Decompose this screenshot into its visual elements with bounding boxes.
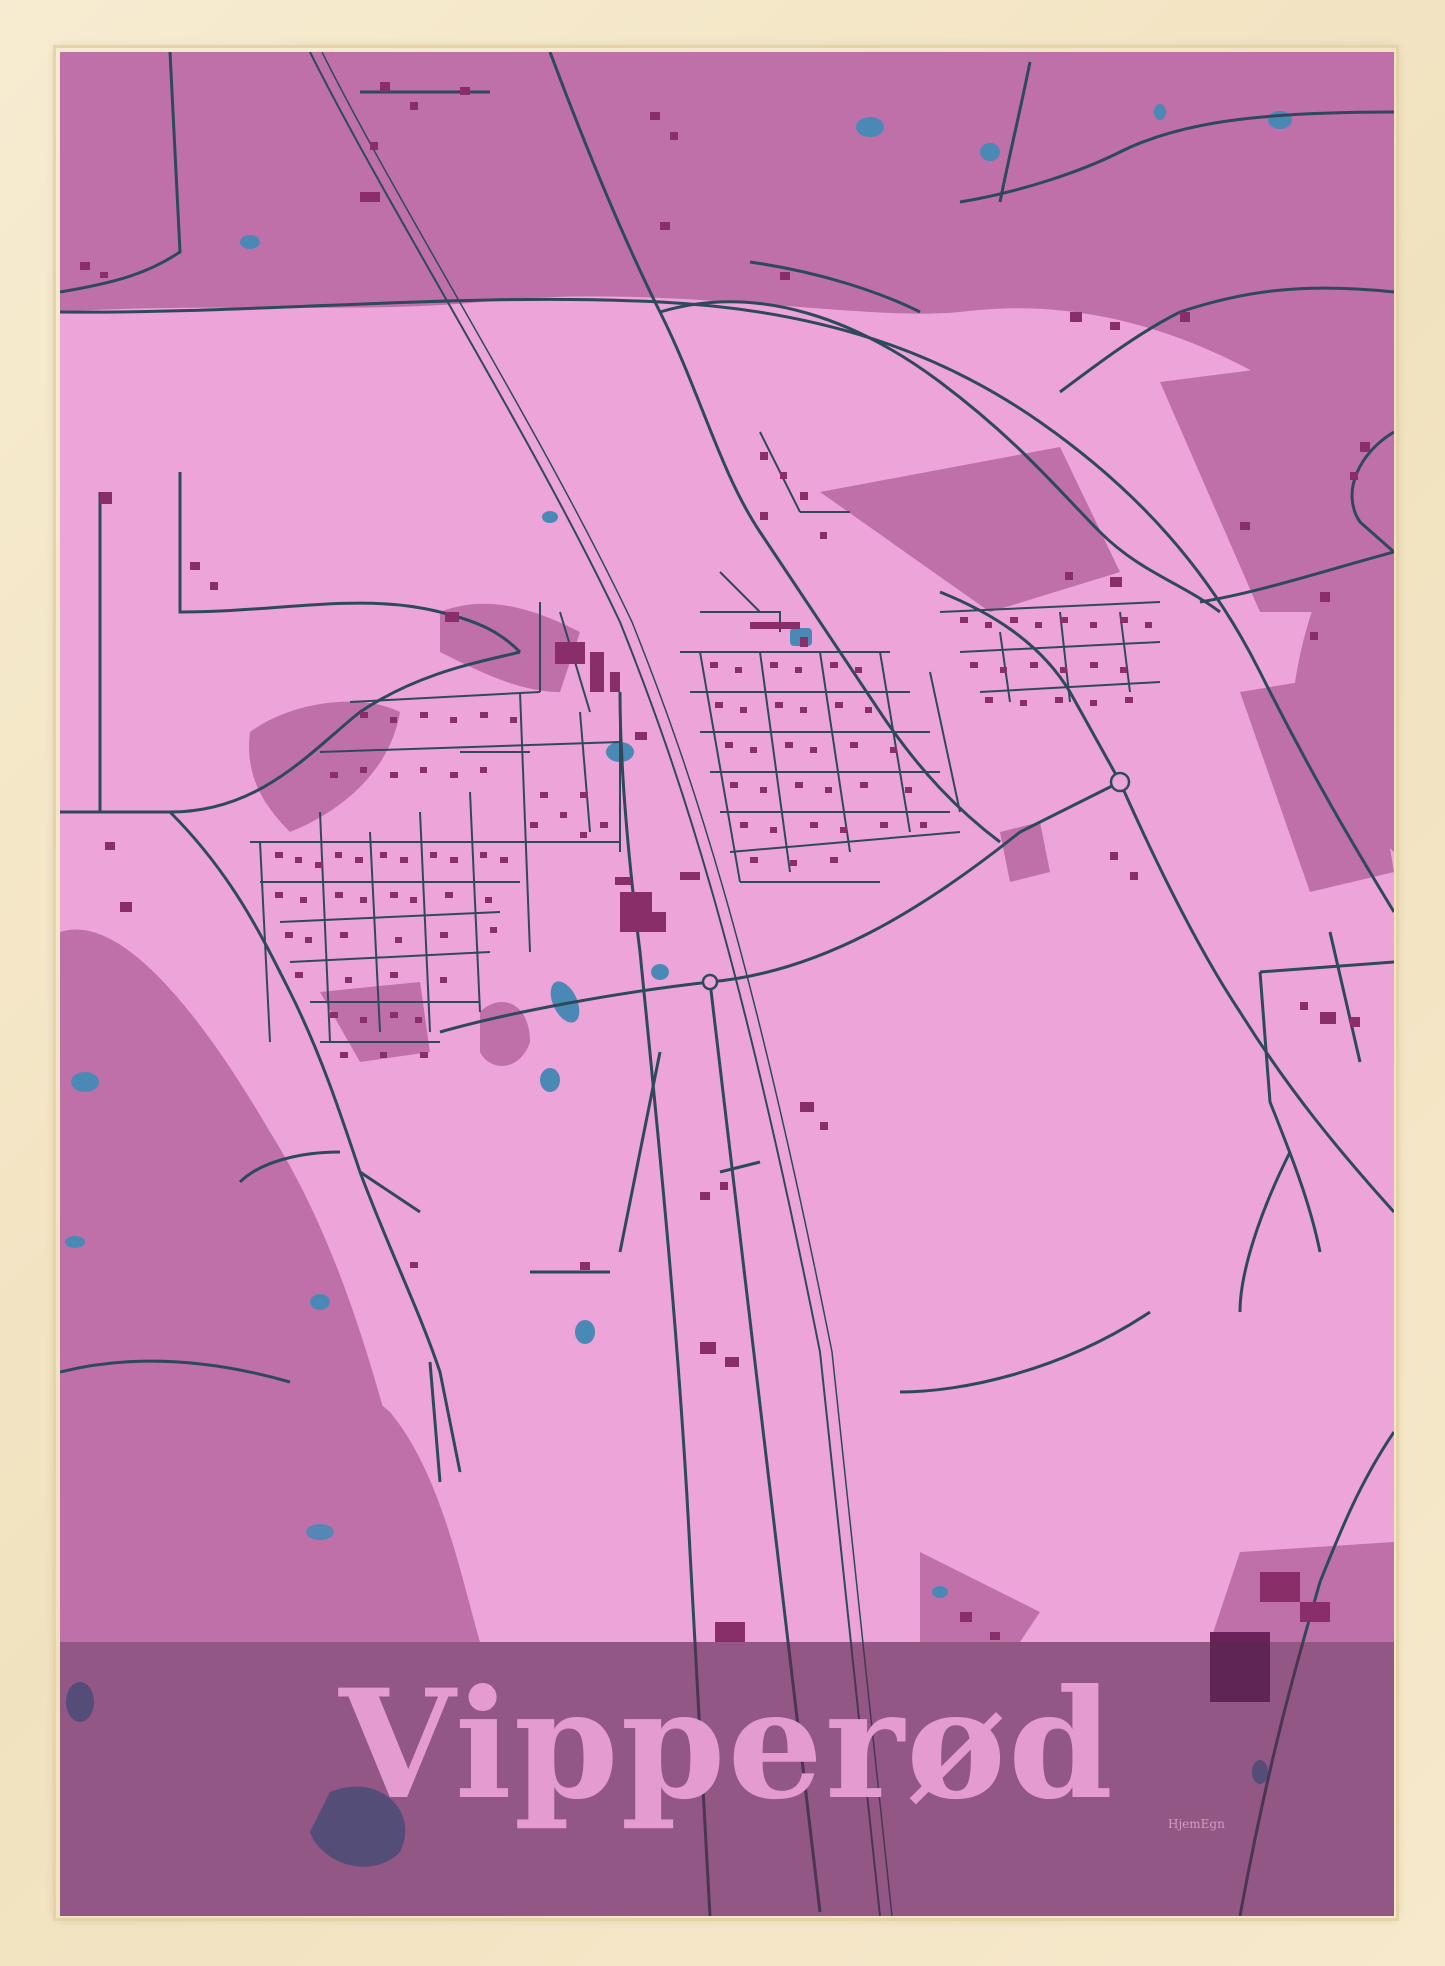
poster-title: Vipperød xyxy=(339,1657,1115,1833)
map-canvas xyxy=(60,52,1394,1916)
map-poster: Vipperød HjemEgn xyxy=(60,52,1394,1916)
roundabout-west-icon xyxy=(701,973,719,991)
roundabout-east-icon xyxy=(1109,771,1131,793)
brand-logo: HjemEgn xyxy=(1168,1817,1225,1831)
farm-building xyxy=(715,1622,745,1642)
